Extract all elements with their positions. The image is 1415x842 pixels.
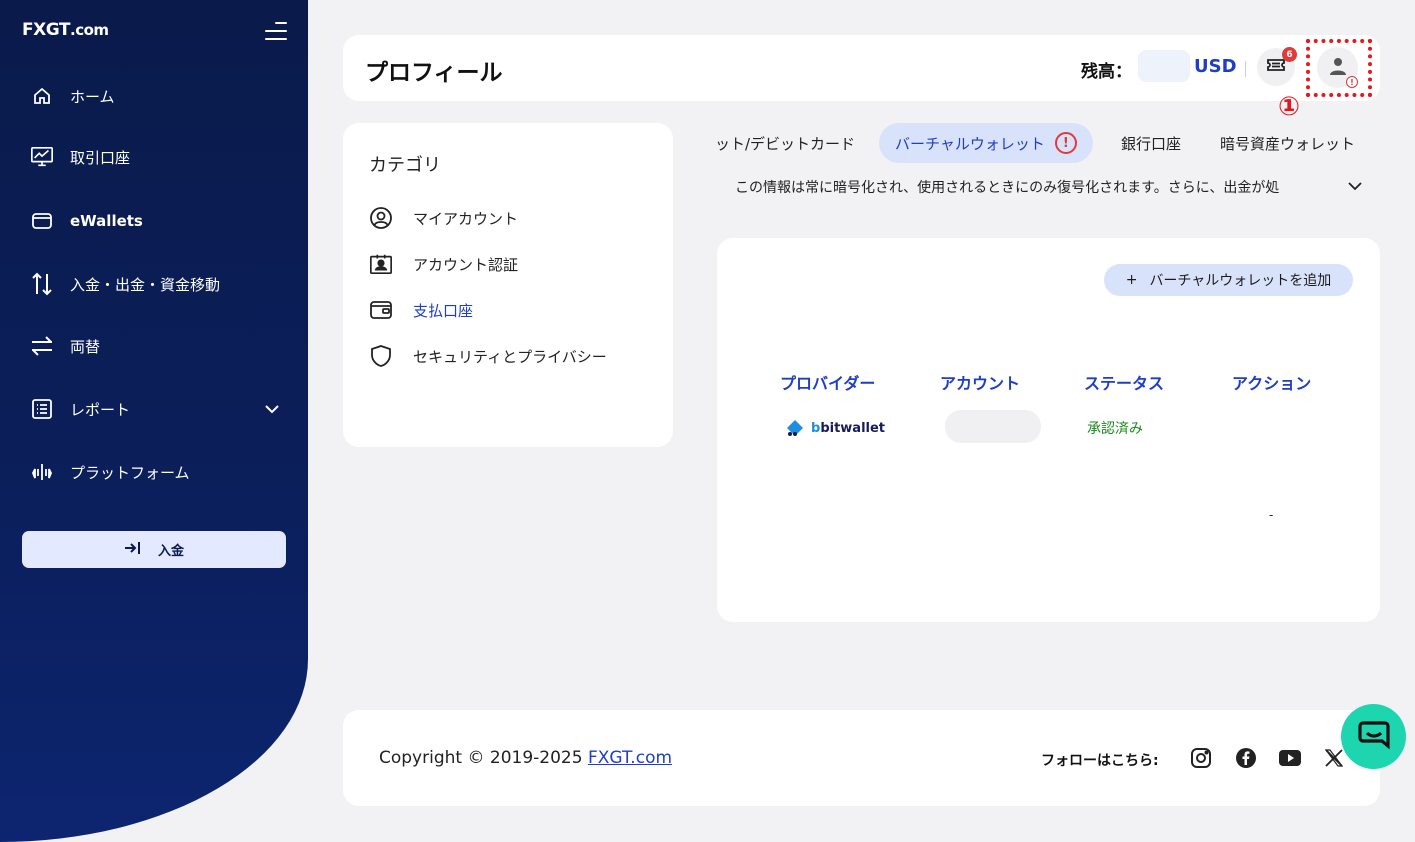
menu-toggle-icon[interactable]	[265, 22, 287, 40]
sidebar-item-reports[interactable]: レポート	[30, 397, 290, 421]
info-text: この情報は常に暗号化され、使用されるときにのみ復号化されます。さらに、出金が処	[735, 180, 1280, 196]
add-virtual-wallet-button[interactable]: + バーチャルウォレットを追加	[1104, 264, 1353, 296]
sidebar-item-label: レポート	[70, 400, 131, 419]
page-title: プロフィール	[365, 60, 503, 86]
arrow-in-icon	[124, 541, 142, 559]
id-card-icon	[369, 252, 393, 276]
chart-monitor-icon	[30, 145, 54, 169]
plus-icon: +	[1125, 272, 1138, 288]
wallet-icon	[30, 209, 54, 233]
sidebar-item-transfers[interactable]: 入金・出金・資金移動	[30, 272, 290, 296]
column-header-action: アクション	[1232, 374, 1312, 393]
tab-label: 暗号資産ウォレット	[1220, 134, 1356, 153]
payment-tabs: ット/デビットカード バーチャルウォレット ! 銀行口座 暗号資産ウォレット	[700, 123, 1380, 163]
warning-icon: !	[1054, 132, 1077, 154]
ticket-count-badge: 6	[1282, 47, 1297, 62]
annotation-number-1: ①	[1278, 92, 1301, 122]
category-item-label: マイアカウント	[413, 209, 519, 228]
sidebar-item-platform[interactable]: プラットフォーム	[30, 460, 290, 484]
ticket-icon	[1266, 57, 1286, 77]
status-badge: 承認済み	[1087, 421, 1143, 437]
category-item-payment-accounts[interactable]: 支払口座	[369, 298, 473, 322]
bitwallet-logo-text: bbitwallet	[811, 420, 886, 436]
tab-bank-account[interactable]: 銀行口座	[1121, 123, 1181, 163]
column-header-account: アカウント	[940, 374, 1021, 393]
bitwallet-logo-icon	[787, 420, 803, 436]
tab-label: バーチャルウォレット	[895, 134, 1045, 153]
report-list-icon	[30, 397, 54, 421]
tab-crypto-wallet[interactable]: 暗号資産ウォレット	[1220, 123, 1355, 163]
chat-button[interactable]	[1341, 704, 1406, 769]
user-circle-icon	[369, 206, 393, 230]
logo-fx: FX	[22, 20, 46, 40]
category-panel: カテゴリ マイアカウント アカウント認証 支払口座 セキュリティとプライバシー	[343, 123, 673, 447]
sidebar-item-exchange[interactable]: 両替	[30, 334, 290, 358]
sidebar-item-label: 入金・出金・資金移動	[70, 275, 221, 294]
tab-virtual-wallet[interactable]: バーチャルウォレット !	[879, 123, 1093, 163]
youtube-icon[interactable]	[1278, 746, 1302, 770]
home-icon	[30, 84, 54, 108]
logo-gt: GT	[45, 20, 71, 40]
follow-label: フォローはこちら:	[1041, 753, 1159, 769]
balance-label: 残高：	[1081, 62, 1132, 82]
column-header-status: ステータス	[1084, 374, 1165, 393]
category-item-verification[interactable]: アカウント認証	[369, 252, 518, 276]
platform-icon	[30, 460, 54, 484]
chat-icon	[1357, 719, 1391, 755]
virtual-wallet-panel: + バーチャルウォレットを追加 プロバイダー アカウント ステータス アクション…	[717, 238, 1380, 622]
header-divider	[1245, 61, 1246, 77]
sidebar-item-label: 両替	[70, 337, 101, 356]
action-placeholder: -	[1269, 508, 1274, 522]
category-item-label: アカウント認証	[413, 255, 519, 274]
deposit-button[interactable]: 入金	[22, 531, 286, 568]
category-item-security[interactable]: セキュリティとプライバシー	[369, 344, 607, 368]
category-item-label: 支払口座	[413, 301, 474, 320]
category-item-my-account[interactable]: マイアカウント	[369, 206, 518, 230]
copyright-text: Copyright © 2019-2025 FXGT.com	[379, 748, 672, 768]
facebook-icon[interactable]	[1234, 746, 1258, 770]
column-header-provider: プロバイダー	[780, 374, 876, 393]
balance-value-hidden	[1138, 50, 1190, 82]
fxgt-logo[interactable]: FXGT.com	[22, 20, 109, 40]
sidebar-item-home[interactable]: ホーム	[30, 84, 290, 108]
sidebar: FXGT.com ホーム 取引口座 eWallets 入金・出金・資金移動 両替	[0, 0, 308, 842]
exchange-icon	[30, 334, 54, 358]
x-icon[interactable]	[1322, 746, 1346, 770]
instagram-icon[interactable]	[1189, 746, 1213, 770]
chevron-down-icon[interactable]	[264, 400, 280, 418]
sidebar-item-trading-accounts[interactable]: 取引口座	[30, 145, 290, 169]
footer: Copyright © 2019-2025 FXGT.com フォローはこちら:	[343, 710, 1380, 806]
header-bar: プロフィール 残高： USD 6 !	[343, 35, 1380, 101]
copyright-label: Copyright © 2019-2025	[379, 748, 588, 768]
tab-credit-debit-card[interactable]: ット/デビットカード	[715, 123, 855, 163]
fxgt-link[interactable]: FXGT.com	[588, 748, 672, 768]
transfer-arrows-icon	[30, 272, 54, 296]
category-title: カテゴリ	[369, 155, 441, 176]
sidebar-item-label: プラットフォーム	[70, 463, 190, 482]
balance-currency: USD	[1194, 56, 1237, 77]
sidebar-item-ewallets[interactable]: eWallets	[30, 209, 290, 233]
sidebar-item-label: ホーム	[70, 87, 115, 106]
sidebar-item-label: eWallets	[70, 212, 143, 230]
bitwallet-logo: bbitwallet	[783, 418, 885, 438]
wallet-icon	[369, 298, 393, 322]
chevron-down-icon[interactable]	[1347, 177, 1363, 196]
logo-com: .com	[70, 21, 109, 39]
account-value-hidden	[945, 410, 1041, 443]
tab-label: ット/デビットカード	[715, 134, 856, 153]
annotation-box-1	[1306, 39, 1372, 97]
add-virtual-wallet-label: バーチャルウォレットを追加	[1149, 273, 1332, 289]
category-item-label: セキュリティとプライバシー	[413, 347, 607, 366]
deposit-button-label: 入金	[157, 544, 184, 559]
sidebar-item-label: 取引口座	[70, 148, 131, 167]
tab-label: 銀行口座	[1121, 134, 1182, 153]
shield-icon	[369, 344, 393, 368]
